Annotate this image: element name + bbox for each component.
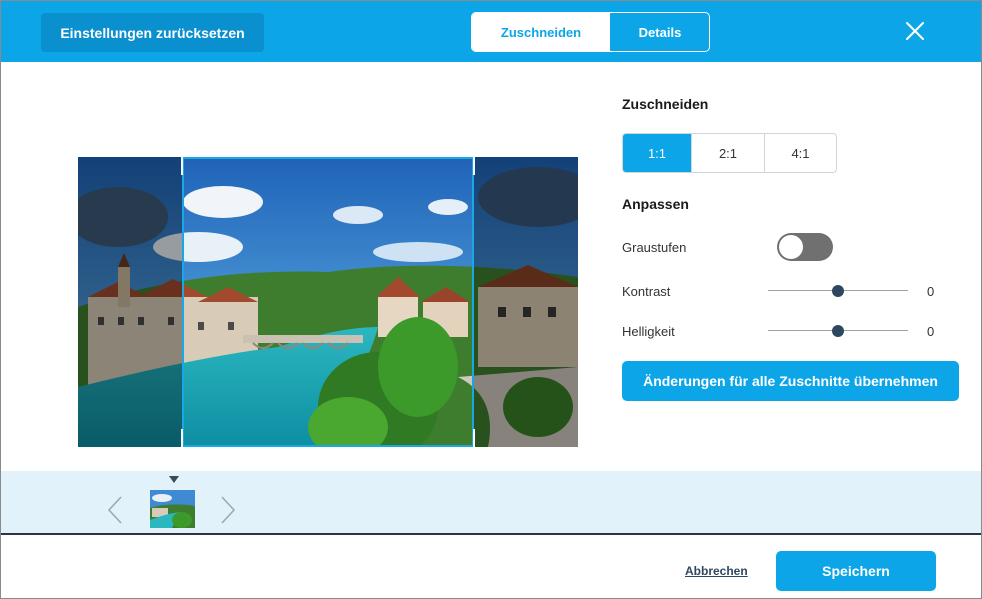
- dialog-header: Einstellungen zurücksetzen Zuschneiden D…: [1, 1, 981, 62]
- brightness-slider[interactable]: [768, 324, 908, 338]
- thumbnail-strip: [1, 471, 981, 535]
- crop-handle-bottom-right[interactable]: [473, 429, 475, 447]
- contrast-label: Kontrast: [622, 284, 671, 299]
- crop-mask-right: [474, 157, 578, 447]
- thumbnail-image[interactable]: [150, 490, 195, 528]
- brightness-value: 0: [927, 324, 935, 339]
- cancel-link[interactable]: Abbrechen: [685, 564, 748, 578]
- brightness-slider-thumb[interactable]: [832, 325, 844, 337]
- adjust-section-title: Anpassen: [622, 196, 689, 212]
- crop-handle-bottom-left[interactable]: [181, 429, 183, 447]
- selected-thumbnail-marker: [169, 476, 179, 483]
- crop-mask-left: [78, 157, 182, 447]
- crop-frame[interactable]: [182, 157, 474, 447]
- grayscale-toggle[interactable]: [777, 233, 833, 261]
- crop-handle-top-right[interactable]: [473, 157, 475, 175]
- contrast-slider[interactable]: [768, 284, 908, 298]
- chevron-right-icon[interactable]: [219, 495, 237, 525]
- brightness-label: Helligkeit: [622, 324, 675, 339]
- mode-tabs: Zuschneiden Details: [471, 12, 710, 52]
- contrast-slider-thumb[interactable]: [832, 285, 844, 297]
- close-icon[interactable]: [901, 17, 929, 45]
- tab-crop[interactable]: Zuschneiden: [472, 13, 610, 51]
- image-preview: [78, 157, 578, 447]
- image-editor-dialog: Einstellungen zurücksetzen Zuschneiden D…: [0, 0, 982, 599]
- reset-settings-button[interactable]: Einstellungen zurücksetzen: [41, 13, 264, 52]
- save-button[interactable]: Speichern: [776, 551, 936, 591]
- toggle-knob: [779, 235, 803, 259]
- tab-details[interactable]: Details: [610, 13, 709, 51]
- crop-section-title: Zuschneiden: [622, 96, 709, 112]
- apply-all-crops-button[interactable]: Änderungen für alle Zuschnitte übernehme…: [622, 361, 959, 401]
- crop-handle-top-left[interactable]: [181, 157, 183, 175]
- ratio-2-1-button[interactable]: 2:1: [692, 134, 765, 172]
- aspect-ratio-group: 1:1 2:1 4:1: [622, 133, 837, 173]
- ratio-1-1-button[interactable]: 1:1: [623, 134, 692, 172]
- chevron-left-icon[interactable]: [106, 495, 124, 525]
- ratio-4-1-button[interactable]: 4:1: [765, 134, 836, 172]
- contrast-value: 0: [927, 284, 935, 299]
- grayscale-label: Graustufen: [622, 240, 687, 255]
